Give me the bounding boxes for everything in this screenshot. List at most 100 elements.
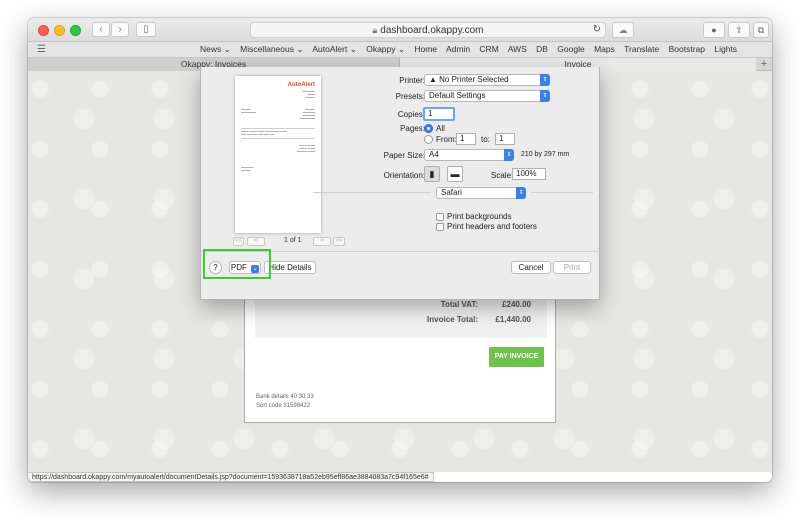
zoom-window-button[interactable]: [70, 25, 81, 36]
back-button[interactable]: ‹: [92, 22, 110, 37]
app-section-value: Safari: [441, 188, 462, 197]
preview-logo: AutoAlert: [287, 82, 315, 88]
preview-totals: ▬▬▬ ▬▬▬ ▬▬▬ ▬▬▬ ▬▬▬▬ ▬▬▬: [296, 144, 315, 153]
pages-to-input[interactable]: 1: [495, 133, 515, 145]
page-label: 1 of 1: [284, 237, 302, 244]
favorite-item[interactable]: Okappy ⌄: [366, 44, 405, 54]
paper-size-label: Paper Size:: [383, 151, 425, 160]
preview-meta: ▬▬▬▬ ▬▬▬▬▬ ▬▬▬▬▬ ▬▬▬▬▬▬: [300, 108, 315, 120]
bank-info: Bank details 40 30 33 Sort code 31598422: [256, 393, 314, 411]
favorites-list: News ⌄ Miscellaneous ⌄ AutoAlert ⌄ Okapp…: [200, 44, 744, 55]
chevron-updown-icon: ⇕: [540, 90, 550, 102]
favorite-item[interactable]: Bootstrap: [669, 44, 705, 54]
copies-input[interactable]: 1: [423, 107, 455, 121]
favorite-item[interactable]: Miscellaneous ⌄: [240, 44, 303, 54]
pay-invoice-button[interactable]: PAY INVOICE: [489, 347, 544, 367]
favorite-item[interactable]: Maps: [594, 44, 615, 54]
print-backgrounds-label: Print backgrounds: [447, 212, 512, 221]
tab-overview-button[interactable]: ⧉: [753, 22, 769, 38]
sidebar-icon: ▯: [143, 24, 149, 35]
pages-range-radio[interactable]: [424, 135, 433, 144]
print-headers-label: Print headers and footers: [447, 222, 537, 231]
favorite-item[interactable]: AutoAlert ⌄: [312, 44, 356, 54]
chevron-updown-icon: ⇕: [516, 187, 526, 199]
first-page-button[interactable]: <<: [233, 237, 244, 246]
plus-icon: +: [760, 58, 768, 70]
cancel-button[interactable]: Cancel: [511, 261, 551, 274]
preview-address: ▬▬▬▬▬ ▬▬▬ ▬▬▬▬: [302, 90, 316, 99]
prev-page-button[interactable]: <: [247, 237, 265, 246]
chevron-updown-icon: ⇕: [504, 149, 514, 161]
print-headers-checkbox[interactable]: [436, 223, 444, 231]
landscape-icon: ▬: [450, 169, 460, 179]
print-backgrounds-checkbox[interactable]: [436, 213, 444, 221]
share-icon: ⇪: [735, 25, 743, 35]
pages-all-label: All: [436, 124, 445, 133]
grid-icon[interactable]: ☰: [37, 45, 46, 55]
preview-pager: << < 1 of 1 > >>: [233, 237, 345, 247]
copies-label: Copies:: [397, 110, 425, 119]
pages-from-label: From:: [436, 135, 457, 144]
presets-label: Presets:: [395, 92, 425, 101]
favorite-item[interactable]: Google: [557, 44, 584, 54]
new-tab-button[interactable]: +: [756, 58, 772, 71]
hide-details-button[interactable]: Hide Details: [264, 261, 316, 274]
favorite-item[interactable]: CRM: [479, 44, 498, 54]
paper-size-dims: 210 by 297 mm: [521, 151, 570, 158]
preview-bank: ▬▬▬▬▬ ▬▬▬▬: [241, 166, 254, 172]
print-button[interactable]: Print: [553, 261, 591, 274]
printer-select[interactable]: ▲ No Printer Selected ⇕: [424, 74, 550, 86]
favorite-item[interactable]: AWS: [508, 44, 527, 54]
title-bar: ‹ › ▯ 🔒︎ dashboard.okappy.com ↻ ☁ ● ⇪ ⧉: [28, 18, 772, 42]
lock-icon: 🔒︎: [372, 25, 378, 35]
printer-value: ▲ No Printer Selected: [429, 75, 509, 84]
sort-code: Sort code 31598422: [256, 403, 311, 409]
total-vat-label: Total VAT:: [440, 300, 478, 309]
preview-divider: [241, 128, 315, 129]
favorites-bar: ☰ News ⌄ Miscellaneous ⌄ AutoAlert ⌄ Oka…: [28, 42, 772, 58]
paper-size-select[interactable]: A4 ⇕: [424, 149, 514, 161]
reload-icon[interactable]: ↻: [593, 23, 601, 37]
forward-button[interactable]: ›: [111, 22, 129, 37]
favorite-item[interactable]: Translate: [624, 44, 659, 54]
close-window-button[interactable]: [38, 25, 49, 36]
minimize-window-button[interactable]: [54, 25, 65, 36]
pages-all-radio[interactable]: [424, 124, 433, 133]
presets-select[interactable]: Default Settings ⇕: [424, 90, 550, 102]
favorite-item[interactable]: News ⌄: [200, 44, 231, 54]
address-text: dashboard.okappy.com: [380, 25, 484, 36]
favorite-item[interactable]: Home: [414, 44, 437, 54]
favorite-item[interactable]: Admin: [446, 44, 470, 54]
landscape-button[interactable]: ▬: [447, 166, 463, 182]
portrait-button[interactable]: ▮: [424, 166, 440, 182]
pages-label: Pages:: [400, 124, 425, 133]
preview-table: ▬▬▬ ▬▬▬ ▬▬▬ ▬▬▬ ▬▬ ▬▬▬ ▬▬ ▬▬ ▬▬ ▬▬ ▬▬ ▬▬: [241, 130, 287, 136]
print-preview: AutoAlert ▬▬▬▬▬ ▬▬▬ ▬▬▬▬ ▬▬▬▬ ▬▬▬▬▬▬ ▬▬▬▬ ▬▬…: [235, 76, 321, 233]
extensions-button[interactable]: ●: [703, 22, 725, 38]
app-section-select[interactable]: Safari ⇕: [436, 187, 526, 199]
last-page-button[interactable]: >>: [333, 237, 345, 246]
pages-to-label: to:: [481, 135, 490, 144]
invoice-total-label: Invoice Total:: [427, 315, 478, 324]
presets-value: Default Settings: [429, 91, 486, 100]
separator: [531, 192, 593, 193]
address-bar[interactable]: 🔒︎ dashboard.okappy.com ↻: [250, 22, 606, 38]
preview-customer: ▬▬▬▬ ▬▬▬▬▬▬: [241, 108, 256, 114]
paper-size-value: A4: [429, 150, 439, 159]
preview-divider: [241, 138, 315, 139]
pages-from-input[interactable]: 1: [456, 133, 476, 145]
orientation-label: Orientation:: [383, 171, 425, 180]
favorite-item[interactable]: DB: [536, 44, 548, 54]
invoice-total-value: £1,440.00: [495, 315, 531, 324]
pages-to-text: to:: [481, 135, 490, 144]
portrait-icon: ▮: [429, 169, 435, 179]
cloud-icon: ☁: [618, 25, 628, 35]
scale-label: Scale:: [491, 171, 514, 180]
chevron-right-icon: ›: [118, 24, 122, 35]
sidebar-toggle-button[interactable]: ▯: [136, 22, 156, 37]
icloud-tabs-button[interactable]: ☁: [612, 22, 634, 38]
scale-input[interactable]: 100%: [512, 168, 546, 180]
share-button[interactable]: ⇪: [728, 22, 750, 38]
next-page-button[interactable]: >: [313, 237, 331, 246]
favorite-item[interactable]: Lights: [714, 44, 737, 54]
